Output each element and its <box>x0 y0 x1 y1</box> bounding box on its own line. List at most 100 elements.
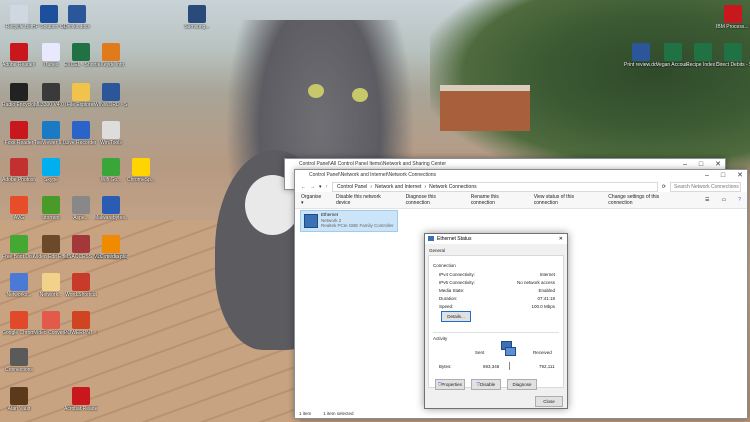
app-icon <box>10 158 28 176</box>
desktop-icon[interactable]: TeeViewer 9.0 Ea... <box>34 121 68 146</box>
forward-arrow-icon[interactable]: → <box>310 184 315 190</box>
desktop-icon[interactable]: POWERPNT - Shortcut <box>64 311 98 336</box>
desktop-icon[interactable]: Adobe Reader XI <box>2 43 36 68</box>
minimize-icon[interactable]: – <box>705 170 709 181</box>
app-icon <box>132 158 150 176</box>
tab-general[interactable]: General <box>429 248 445 253</box>
search-input[interactable]: Search Network Connections <box>670 181 741 192</box>
desktop-icon[interactable]: Google Chrome <box>2 311 36 336</box>
desktop-icon[interactable]: EXCEL - Shortcut <box>64 43 98 68</box>
adapter-item[interactable]: Ethernet Network 2 Realtek PCIe GBE Fami… <box>300 210 398 232</box>
details-button[interactable]: Details... <box>441 311 471 322</box>
desktop-icon-label: Networks... <box>6 292 32 298</box>
desktop-icon[interactable]: Aspe... <box>64 196 98 221</box>
desktop-icon[interactable]: eXeyde info <box>94 43 128 68</box>
diagnose-button[interactable]: Diagnose <box>507 379 537 390</box>
close-button[interactable]: Close <box>535 396 563 407</box>
breadcrumb-item[interactable]: Control Panel <box>337 183 367 191</box>
desktop-icon[interactable]: Wifi Go... <box>94 158 128 183</box>
desktop-icon[interactable]: Radio Encycloped... <box>2 83 36 108</box>
desktop-icon[interactable]: ML3300 V4.0 Installer <box>34 83 68 108</box>
refresh-icon[interactable]: ⟳ <box>662 184 666 190</box>
app-icon <box>724 43 742 61</box>
desktop-icon-label: Adobe Photoshop... <box>2 177 36 183</box>
desktop-icon[interactable]: Acrobat Reader DC <box>64 387 98 412</box>
desktop-icon[interactable]: Free Boot Disk by Pa... <box>2 235 36 260</box>
desktop-icon[interactable]: Vegan Accoun... <box>656 43 690 68</box>
info-key: Duration: <box>439 296 458 301</box>
app-icon <box>102 235 120 253</box>
bytes-label: Bytes: <box>439 364 452 369</box>
desktop-icon[interactable]: Live Recorder <box>64 121 98 146</box>
desktop-icon[interactable]: Connections <box>2 348 36 373</box>
app-icon <box>72 311 90 329</box>
dialog-title-bar[interactable]: Ethernet Status ✕ <box>425 234 567 244</box>
app-icon <box>10 43 28 61</box>
desktop-icon[interactable]: AVG <box>2 196 36 221</box>
app-icon <box>68 5 86 23</box>
address-bar[interactable]: Control Panel › Network and Internet › Net… <box>332 181 658 192</box>
desktop-icon[interactable]: Direct Debits - Shortcut <box>716 43 750 68</box>
maximize-icon[interactable]: □ <box>721 170 725 181</box>
breadcrumb-item[interactable]: Network Connections <box>429 183 477 191</box>
desktop-icon[interactable]: Recipe Index Shortcut <box>686 43 720 68</box>
desktop-icon[interactable]: VLC media player <box>94 235 128 260</box>
desktop-icon-label: Recipe Index Shortcut <box>686 62 720 68</box>
desktop-icon[interactable]: Skype <box>34 158 68 183</box>
desktop-icon[interactable]: Atari Vault <box>2 387 36 412</box>
app-icon <box>40 5 58 23</box>
app-icon <box>724 5 742 23</box>
desktop-icon[interactable]: Samsung... <box>180 5 214 30</box>
app-icon <box>42 273 60 291</box>
help-icon[interactable]: ? <box>738 197 741 203</box>
desktop-icon[interactable]: Adobe Photoshop... <box>2 158 36 183</box>
desktop-icon[interactable]: MSACCESS - Shortcut <box>64 235 98 260</box>
desktop-icon[interactable]: Recycle Bin <box>2 5 36 30</box>
desktop-icon[interactable]: File Explorer <box>64 83 98 108</box>
desktop-icon[interactable]: Networks... <box>2 273 36 298</box>
disable-device-button[interactable]: Disable this network device <box>336 194 394 206</box>
view-status-button[interactable]: View status of this connection <box>534 194 597 206</box>
desktop-icon-label: Samsung... <box>184 24 210 30</box>
desktop-icon[interactable]: WINWORD - Shortcut <box>94 83 128 108</box>
desktop-icon[interactable]: Network... <box>34 273 68 298</box>
organise-button[interactable]: Organise ▾ <box>301 194 324 206</box>
desktop-icon[interactable]: Win.Tools <box>94 121 128 146</box>
app-icon <box>10 387 28 405</box>
desktop-icon[interactable]: iTunes <box>34 43 68 68</box>
preview-pane-icon[interactable]: ▭ <box>721 197 726 203</box>
diagnose-connection-button[interactable]: Diagnose this connection <box>406 194 459 206</box>
desktop-icon[interactable]: Drinks.docx <box>60 5 94 30</box>
breadcrumb-item[interactable]: Network and Internet <box>375 183 421 191</box>
rename-connection-button[interactable]: Rename this connection <box>471 194 522 206</box>
close-icon[interactable]: ✕ <box>737 170 743 181</box>
view-options-icon[interactable]: ☰ <box>705 197 709 203</box>
app-icon <box>10 5 28 23</box>
desktop-icon[interactable]: IBM Process... - Shortcut <box>716 5 750 30</box>
desktop-icon[interactable]: Word.Shortcut <box>64 273 98 298</box>
network-connections-title-bar[interactable]: Control Panel\Network and Internet\Netwo… <box>295 170 747 181</box>
properties-button[interactable]: ⛉Properties <box>435 379 465 390</box>
desktop-icon[interactable]: Print review.docx <box>624 43 658 68</box>
ethernet-status-dialog: Ethernet Status ✕ General Connection IPv… <box>424 233 568 409</box>
disable-button[interactable]: ⛉Disable <box>471 379 501 390</box>
desktop-icon[interactable]: ChromeSp... <box>124 158 158 183</box>
desktop-icon[interactable]: Video Converter <box>34 311 68 336</box>
change-settings-button[interactable]: Change settings of this connection <box>608 194 681 206</box>
app-icon <box>72 83 90 101</box>
app-icon <box>694 43 712 61</box>
desktop-icon[interactable]: Foxit Reader <box>2 121 36 146</box>
desktop-icon[interactable]: utorrent <box>34 196 68 221</box>
app-icon <box>10 348 28 366</box>
back-arrow-icon[interactable]: ← <box>301 184 306 190</box>
app-icon <box>102 43 120 61</box>
dropdown-icon[interactable]: ▾ <box>319 184 322 190</box>
app-icon <box>10 196 28 214</box>
desktop-icon[interactable]: Video Edit Effects <box>34 235 68 260</box>
desktop-icon-label: Win.Tools <box>100 140 122 146</box>
close-icon[interactable]: ✕ <box>559 234 563 244</box>
desktop-icon-label: Direct Debits - Shortcut <box>716 62 750 68</box>
up-arrow-icon[interactable]: ↑ <box>326 184 329 190</box>
bytes-sent: 693,346 <box>483 364 500 369</box>
desktop-icon[interactable]: Malwarebytes... <box>94 196 128 221</box>
